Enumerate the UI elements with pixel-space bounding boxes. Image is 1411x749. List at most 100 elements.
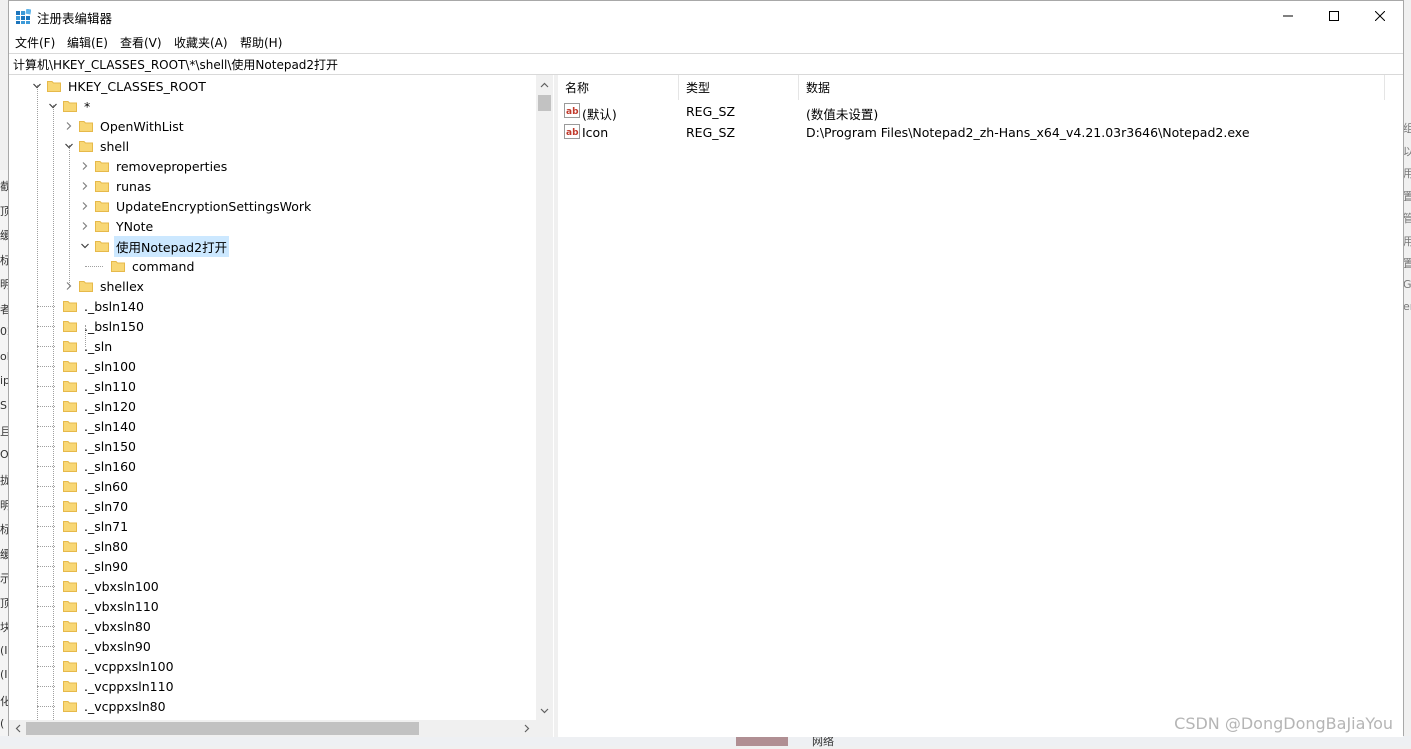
- title-bar[interactable]: 注册表编辑器: [9, 1, 1403, 31]
- scroll-down-arrow-icon[interactable]: [536, 704, 553, 718]
- tree-node[interactable]: HKEY_CLASSES_ROOT: [31, 76, 208, 96]
- value-row[interactable]: ab Icon REG_SZ D:\Program Files\Notepad2…: [558, 122, 1403, 142]
- tree-node[interactable]: ._sln100: [47, 356, 138, 376]
- tree-expander[interactable]: [79, 180, 91, 192]
- tree-node[interactable]: ._vcppxsln80: [47, 696, 168, 716]
- tree-expander: [47, 520, 59, 532]
- tree-node[interactable]: ._vbxsln110: [47, 596, 161, 616]
- scroll-left-arrow-icon[interactable]: [11, 720, 25, 737]
- tree-node[interactable]: ._sln160: [47, 456, 138, 476]
- tree-node[interactable]: command: [95, 256, 196, 276]
- tree-expander[interactable]: [79, 220, 91, 232]
- value-type: REG_SZ: [686, 125, 736, 140]
- tree-node-label: YNote: [116, 218, 154, 234]
- chevron-right-icon[interactable]: [79, 180, 91, 192]
- menu-favorites[interactable]: 收藏夹(A): [174, 34, 228, 51]
- chevron-right-icon[interactable]: [79, 200, 91, 212]
- tree-node[interactable]: *: [47, 96, 92, 116]
- tree-node[interactable]: removeproperties: [79, 156, 229, 176]
- tree-node[interactable]: YNote: [79, 216, 155, 236]
- tree-node[interactable]: UpdateEncryptionSettingsWork: [79, 196, 313, 216]
- address-bar[interactable]: 计算机\HKEY_CLASSES_ROOT\*\shell\使用Notepad2…: [9, 53, 1403, 75]
- folder-icon: [79, 121, 93, 132]
- folder-icon: [111, 261, 125, 272]
- tree-node[interactable]: ._sln120: [47, 396, 138, 416]
- tree-node-label: command: [132, 258, 195, 274]
- tree-node[interactable]: ._sln70: [47, 496, 130, 516]
- tree-node[interactable]: ._sln90: [47, 556, 130, 576]
- menu-view[interactable]: 查看(V): [120, 34, 162, 51]
- tree-node-label: UpdateEncryptionSettingsWork: [116, 198, 312, 214]
- tree-node[interactable]: runas: [79, 176, 153, 196]
- folder-icon: [63, 641, 77, 652]
- tree-node-label: ._sln80: [84, 538, 129, 554]
- column-header-data[interactable]: 数据: [799, 75, 1385, 100]
- tree-node[interactable]: ._sln80: [47, 536, 130, 556]
- tree-node[interactable]: ._sln60: [47, 476, 130, 496]
- tree-node-label: OpenWithList: [100, 118, 184, 134]
- tree-node[interactable]: ._vbxsln90: [47, 636, 153, 656]
- tree-node[interactable]: ._vbxsln100: [47, 576, 161, 596]
- column-header-type[interactable]: 类型: [679, 75, 799, 100]
- value-data: (数值未设置): [806, 107, 879, 122]
- value-row[interactable]: ab (默认) REG_SZ (数值未设置): [558, 101, 1403, 122]
- folder-icon: [63, 501, 77, 512]
- tree-node-label: *: [84, 98, 91, 114]
- tree-node[interactable]: ._sln110: [47, 376, 138, 396]
- tree-horizontal-scroll-thumb[interactable]: [26, 722, 419, 735]
- chevron-down-icon[interactable]: [47, 100, 59, 112]
- tree-node[interactable]: ._vbxsln80: [47, 616, 153, 636]
- tree-connector-line: [37, 85, 38, 720]
- scroll-right-arrow-icon[interactable]: [520, 720, 534, 737]
- tree-node[interactable]: ._sln71: [47, 516, 130, 536]
- chevron-down-icon[interactable]: [63, 140, 75, 152]
- tree-node-label: shell: [100, 138, 130, 154]
- tree-node[interactable]: ._sln140: [47, 416, 138, 436]
- tree-expander: [47, 700, 59, 712]
- chevron-right-icon[interactable]: [63, 280, 75, 292]
- maximize-button[interactable]: [1311, 1, 1357, 31]
- tree-expander[interactable]: [63, 120, 75, 132]
- tree-expander[interactable]: [31, 80, 43, 92]
- chevron-right-icon[interactable]: [63, 120, 75, 132]
- chevron-down-icon[interactable]: [79, 240, 91, 252]
- tree-connector-line: [69, 145, 70, 287]
- tree-node[interactable]: ._vcppxsln100: [47, 656, 176, 676]
- minimize-button[interactable]: [1265, 1, 1311, 31]
- tree-expander[interactable]: [79, 240, 91, 252]
- close-button[interactable]: [1357, 1, 1403, 31]
- tree-node[interactable]: ._bsln150: [47, 316, 146, 336]
- menu-help[interactable]: 帮助(H): [240, 34, 282, 51]
- column-header-name[interactable]: 名称: [558, 75, 679, 100]
- tree-horizontal-scrollbar[interactable]: [9, 720, 536, 737]
- tree-expander[interactable]: [63, 140, 75, 152]
- chevron-down-icon[interactable]: [31, 80, 43, 92]
- svg-text:ab: ab: [566, 107, 579, 117]
- background-text-fragment: 置: [1403, 257, 1411, 270]
- folder-icon: [95, 201, 109, 212]
- tree-node[interactable]: shell: [63, 136, 131, 156]
- tree-node[interactable]: shellex: [63, 276, 146, 296]
- chevron-right-icon[interactable]: [79, 160, 91, 172]
- menu-file[interactable]: 文件(F): [15, 34, 55, 51]
- tree-node[interactable]: OpenWithList: [63, 116, 186, 136]
- folder-icon: [63, 541, 77, 552]
- tree-node[interactable]: 使用Notepad2打开: [79, 235, 230, 257]
- tree-node[interactable]: ._sln: [47, 336, 114, 356]
- tree-node-label: ._sln160: [84, 458, 136, 474]
- tree-node[interactable]: ._bsln140: [47, 296, 146, 316]
- tree-node[interactable]: ._vcppxsln110: [47, 676, 176, 696]
- chevron-right-icon[interactable]: [79, 220, 91, 232]
- scroll-up-arrow-icon[interactable]: [536, 78, 553, 92]
- tree-expander[interactable]: [63, 280, 75, 292]
- key-tree-pane[interactable]: HKEY_CLASSES_ROOT * OpenWithList shell remov…: [9, 75, 554, 737]
- menu-edit[interactable]: 编辑(E): [67, 34, 108, 51]
- values-list-pane[interactable]: 名称 类型 数据 ab (默认) REG_SZ (数值未设置) ab Icon …: [558, 75, 1403, 737]
- tree-vertical-scroll-thumb[interactable]: [538, 95, 551, 111]
- tree-node[interactable]: ._sln150: [47, 436, 138, 456]
- address-path[interactable]: 计算机\HKEY_CLASSES_ROOT\*\shell\使用Notepad2…: [13, 56, 338, 73]
- tree-expander[interactable]: [79, 200, 91, 212]
- tree-expander[interactable]: [79, 160, 91, 172]
- tree-vertical-scrollbar[interactable]: [536, 75, 553, 720]
- tree-expander[interactable]: [47, 100, 59, 112]
